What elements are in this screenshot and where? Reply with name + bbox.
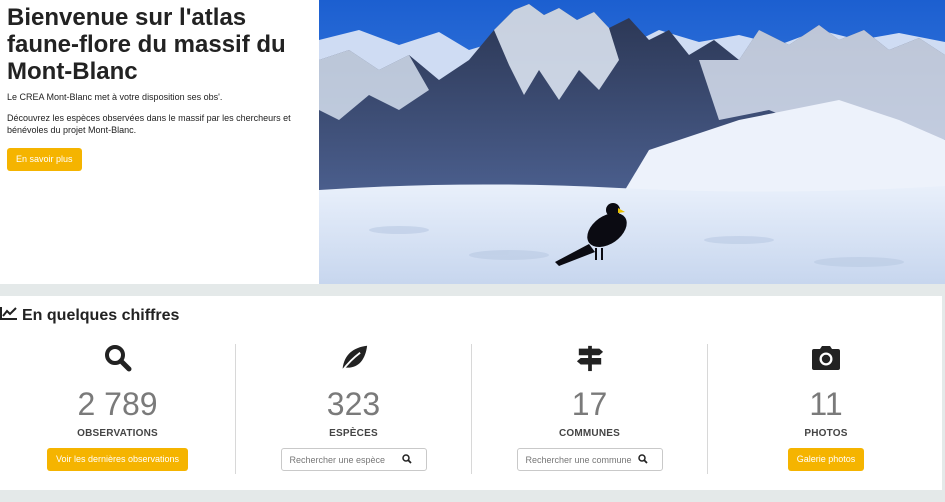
- hero-text: Bienvenue sur l'atlas faune-flore du mas…: [7, 4, 307, 136]
- search-icon[interactable]: [401, 451, 412, 469]
- stats-title-label: En quelques chiffres: [22, 306, 180, 324]
- stat-species: 323 ESPÈCES: [236, 344, 472, 474]
- mountain-landscape-image: [319, 0, 945, 284]
- stat-communes: 17 COMMUNES: [472, 344, 708, 474]
- commune-search-input[interactable]: [525, 454, 638, 465]
- stat-label: OBSERVATIONS: [77, 428, 158, 439]
- photo-gallery-button[interactable]: Galerie photos: [787, 448, 865, 471]
- species-search-box: [280, 448, 427, 471]
- stat-label: PHOTOS: [804, 428, 848, 439]
- stat-observations: 2 789 OBSERVATIONS Voir les dernières ob…: [0, 344, 236, 474]
- hero-section: Bienvenue sur l'atlas faune-flore du mas…: [0, 0, 945, 284]
- signpost-icon: [472, 344, 707, 372]
- stat-photos: 11 PHOTOS Galerie photos: [708, 344, 944, 474]
- hero-intro: Le CREA Mont-Blanc met à votre dispositi…: [7, 92, 223, 102]
- stats-section: En quelques chiffres 2 789 OBSERVATIONS …: [0, 296, 942, 490]
- stat-label: ESPÈCES: [329, 428, 378, 439]
- page-title: Bienvenue sur l'atlas faune-flore du mas…: [7, 4, 286, 85]
- commune-search-box: [516, 448, 663, 471]
- leaf-icon: [236, 344, 471, 372]
- search-icon: [0, 344, 235, 372]
- line-chart-icon: [0, 306, 18, 325]
- stat-value: 2 789: [77, 386, 158, 422]
- camera-icon: [708, 344, 944, 372]
- stat-value: 17: [571, 386, 608, 422]
- stat-label: COMMUNES: [558, 428, 621, 439]
- search-icon[interactable]: [637, 451, 648, 469]
- stats-title: En quelques chiffres: [0, 306, 179, 325]
- species-search-input[interactable]: [289, 454, 402, 465]
- hero-description: Découvrez les espèces observées dans le …: [7, 113, 291, 135]
- learn-more-button[interactable]: En savoir plus: [7, 148, 82, 171]
- stat-value: 11: [809, 386, 843, 422]
- stat-value: 323: [326, 386, 381, 422]
- latest-observations-button[interactable]: Voir les dernières observations: [46, 448, 189, 471]
- hero-image: [319, 0, 945, 284]
